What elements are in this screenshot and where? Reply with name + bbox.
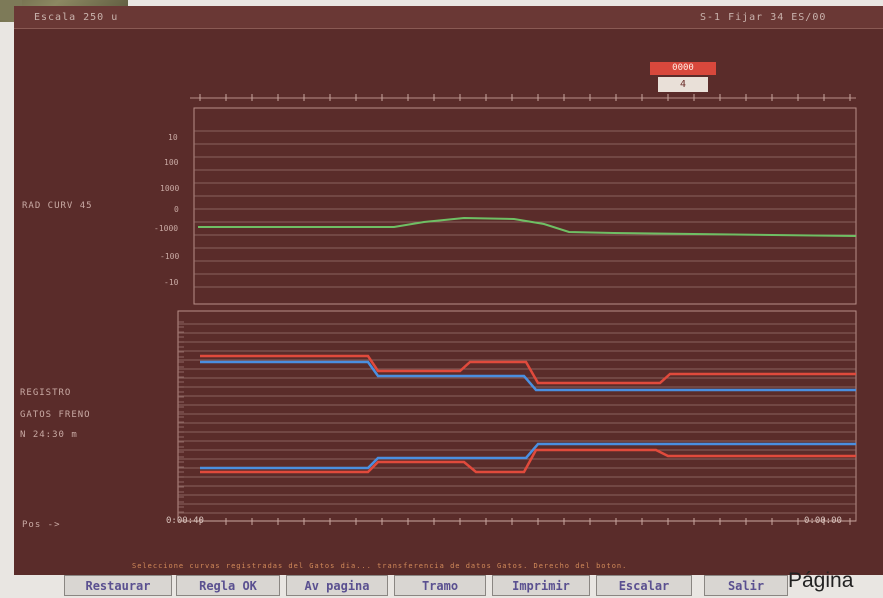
time-start-label: 0:00:40 <box>166 516 204 526</box>
monitor-screen: Escala 250 u S-1 Fijar 34 ES/00 0000 4 R… <box>14 6 883 575</box>
upper-tick: -10 <box>164 278 179 287</box>
position-label: Pos -> <box>22 520 61 530</box>
status-message: Seleccione curvas registradas del Gatos … <box>132 562 628 570</box>
salir-button[interactable]: Salir <box>704 575 788 596</box>
cursor-badge-value: 4 <box>658 77 708 92</box>
lower-panel-frame <box>177 310 857 522</box>
restaurar-button[interactable]: Restaurar <box>64 575 172 596</box>
upper-tick: 1000 <box>160 184 180 193</box>
cursor-badge-title: 0000 <box>650 62 716 75</box>
page-footer-text: Página <box>788 569 854 592</box>
button-bar: Restaurar Regla OK Av pagina Tramo Impri… <box>64 575 883 598</box>
regla-ok-button[interactable]: Regla OK <box>176 575 280 596</box>
upper-panel-frame <box>193 107 857 305</box>
green-trace <box>198 216 857 237</box>
lower-panel-label-1: REGISTRO <box>20 388 72 398</box>
time-end-label: 0:00:00 <box>804 516 842 526</box>
imprimir-button[interactable]: Imprimir <box>492 575 590 596</box>
upper-panel-label: RAD CURV 45 <box>22 201 93 211</box>
upper-tick: 100 <box>164 158 179 167</box>
tramo-button[interactable]: Tramo <box>394 575 486 596</box>
upper-tick: 0 <box>174 205 179 214</box>
upper-tick: 10 <box>168 133 178 142</box>
escalar-button[interactable]: Escalar <box>596 575 692 596</box>
lower-panel-label-2: GATOS FRENO <box>20 410 91 420</box>
cursor-badge[interactable]: 0000 4 <box>650 62 716 92</box>
upper-tick: -100 <box>160 252 180 261</box>
signal-plot <box>177 94 857 525</box>
upper-tick: -1000 <box>154 224 179 233</box>
avanzar-pagina-button[interactable]: Av pagina <box>286 575 388 596</box>
lower-panel-label-3: N 24:30 m <box>20 430 78 440</box>
